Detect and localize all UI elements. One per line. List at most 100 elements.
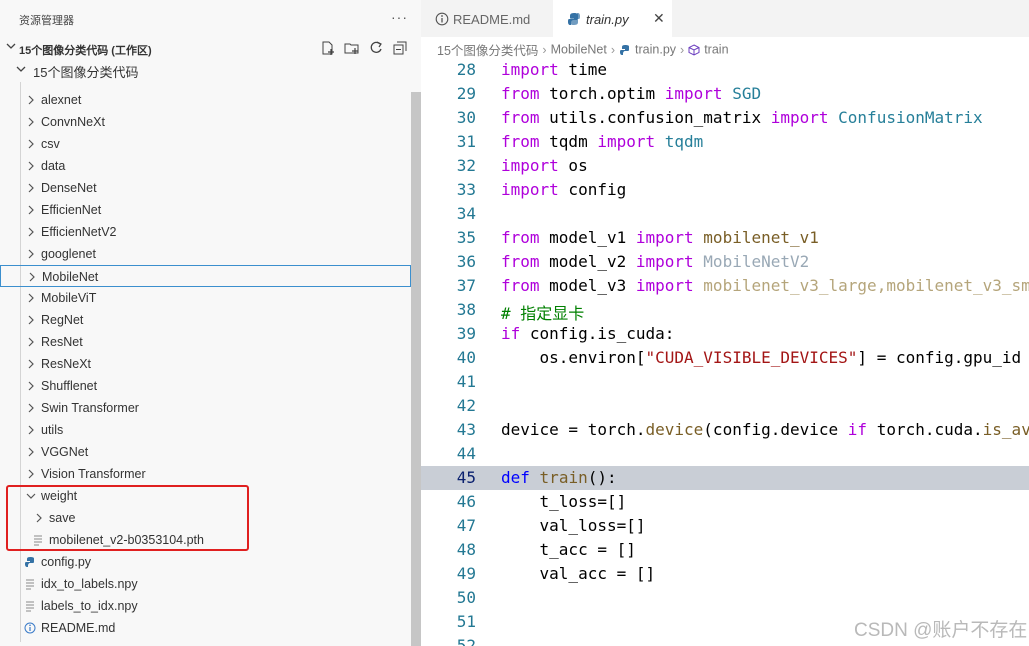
code-line: 31 from tqdm import tqdm bbox=[421, 130, 1029, 154]
tree-item-googlenet[interactable]: googlenet bbox=[0, 243, 411, 265]
tab-readme[interactable]: README.md bbox=[421, 0, 553, 37]
chevron-right-icon bbox=[28, 161, 34, 171]
python-icon bbox=[25, 557, 34, 567]
line-number: 41 bbox=[456, 372, 476, 391]
tree-item-vision-transformer[interactable]: Vision Transformer bbox=[0, 463, 411, 485]
breadcrumb-item[interactable]: train.py bbox=[635, 43, 676, 57]
tree-item-label: Shufflenet bbox=[41, 379, 98, 393]
code-line: 43 device = torch.device(config.device if… bbox=[421, 418, 1029, 442]
tree-item-csv[interactable]: csv bbox=[0, 133, 411, 155]
chevron-right-icon bbox=[28, 183, 34, 193]
tree-item-label: ResNeXt bbox=[41, 357, 92, 371]
root-folder-label: 15个图像分类代码 bbox=[33, 65, 139, 80]
new-folder-icon[interactable] bbox=[344, 40, 360, 56]
tree-item-label: googlenet bbox=[41, 247, 96, 261]
tree-item-label: MobileViT bbox=[41, 291, 97, 305]
tree-item-label: Vision Transformer bbox=[41, 467, 146, 481]
line-number: 31 bbox=[456, 132, 476, 151]
code-text: # 指定显卡 bbox=[501, 304, 585, 323]
chevron-down-icon bbox=[6, 43, 16, 49]
info-icon bbox=[435, 12, 449, 26]
refresh-icon[interactable] bbox=[368, 40, 384, 56]
chevron-down-icon bbox=[16, 66, 26, 72]
code-line: 28 import time bbox=[421, 58, 1029, 82]
line-number: 43 bbox=[456, 420, 476, 439]
file-icon bbox=[26, 601, 34, 612]
code-text: import config bbox=[501, 180, 627, 199]
tree-item-mobilevit[interactable]: MobileViT bbox=[0, 287, 411, 309]
tab-train-py[interactable]: train.py ✕ bbox=[553, 0, 672, 37]
chevron-right-icon bbox=[28, 139, 34, 149]
tree-item-label: alexnet bbox=[41, 93, 82, 107]
tree-item-regnet[interactable]: RegNet bbox=[0, 309, 411, 331]
tree-item-vggnet[interactable]: VGGNet bbox=[0, 441, 411, 463]
breadcrumb: 15个图像分类代码 › MobileNet › train.py › train bbox=[437, 40, 729, 59]
code-text: t_loss=[] bbox=[501, 492, 627, 511]
line-number: 36 bbox=[456, 252, 476, 271]
tree-item-alexnet[interactable]: alexnet bbox=[0, 89, 411, 111]
breadcrumb-item[interactable]: train bbox=[704, 43, 728, 57]
tree-item-mobilenet[interactable]: MobileNet bbox=[0, 265, 411, 287]
chevron-right-icon bbox=[28, 227, 34, 237]
chevron-right-icon: › bbox=[610, 42, 616, 57]
tree-item-efficiennet[interactable]: EfficienNet bbox=[0, 199, 411, 221]
code-line-current: 45 def train(): bbox=[421, 466, 1029, 490]
python-icon bbox=[620, 44, 630, 55]
more-actions-icon[interactable]: ··· bbox=[391, 9, 408, 25]
code-text: if config.is_cuda: bbox=[501, 324, 675, 343]
code-text: from model_v3 import mobilenet_v3_large,… bbox=[501, 276, 1029, 295]
line-number: 39 bbox=[456, 324, 476, 343]
tree-item-resnext[interactable]: ResNeXt bbox=[0, 353, 411, 375]
code-line: 47 val_loss=[] bbox=[421, 514, 1029, 538]
line-number: 37 bbox=[456, 276, 476, 295]
tree-item-config-py[interactable]: config.py bbox=[0, 551, 411, 573]
chevron-right-icon bbox=[28, 205, 34, 215]
tab-bar: README.md train.py ✕ bbox=[421, 0, 1029, 37]
breadcrumb-item[interactable]: MobileNet bbox=[551, 43, 607, 57]
code-text: val_acc = [] bbox=[501, 564, 656, 583]
chevron-right-icon bbox=[28, 381, 34, 391]
tree-item-shufflenet[interactable]: Shufflenet bbox=[0, 375, 411, 397]
tree-item-readme-md[interactable]: README.md bbox=[0, 617, 411, 639]
close-icon[interactable]: ✕ bbox=[653, 10, 665, 27]
tree-item-idx-to-labels-npy[interactable]: idx_to_labels.npy bbox=[0, 573, 411, 595]
tree-item-label: MobileNet bbox=[42, 270, 99, 284]
sidebar-scrollbar[interactable] bbox=[411, 92, 421, 646]
line-number: 30 bbox=[456, 108, 476, 127]
chevron-right-icon bbox=[28, 293, 34, 303]
line-number: 28 bbox=[456, 60, 476, 79]
code-editor[interactable]: 28 import time 29 from torch.optim import … bbox=[421, 58, 1029, 646]
code-line: 40 os.environ["CUDA_VISIBLE_DEVICES"] = … bbox=[421, 346, 1029, 370]
tree-item-utils[interactable]: utils bbox=[0, 419, 411, 441]
root-folder[interactable]: 15个图像分类代码 bbox=[0, 60, 421, 80]
code-text: from model_v2 import MobileNetV2 bbox=[501, 252, 810, 271]
tree-item-label: EfficienNetV2 bbox=[41, 225, 117, 239]
new-file-icon[interactable] bbox=[320, 40, 336, 56]
chevron-right-icon bbox=[28, 315, 34, 325]
tree-item-labels-to-idx-npy[interactable]: labels_to_idx.npy bbox=[0, 595, 411, 617]
line-number: 33 bbox=[456, 180, 476, 199]
chevron-right-icon bbox=[28, 95, 34, 105]
annotation-highlight-box bbox=[6, 485, 249, 551]
chevron-right-icon: › bbox=[542, 42, 547, 57]
tree-item-label: Swin Transformer bbox=[41, 401, 139, 415]
tree-item-resnet[interactable]: ResNet bbox=[0, 331, 411, 353]
code-text: from model_v1 import mobilenet_v1 bbox=[501, 228, 819, 247]
line-number: 38 bbox=[456, 300, 476, 319]
tree-item-convnnext[interactable]: ConvnNeXt bbox=[0, 111, 411, 133]
collapse-all-icon[interactable] bbox=[392, 40, 408, 56]
tree-item-densenet[interactable]: DenseNet bbox=[0, 177, 411, 199]
code-text: from torch.optim import SGD bbox=[501, 84, 762, 103]
code-text: def train(): bbox=[501, 468, 617, 487]
breadcrumb-item[interactable]: 15个图像分类代码 bbox=[437, 44, 538, 58]
tree-item-data[interactable]: data bbox=[0, 155, 411, 177]
tree-item-label: ResNet bbox=[41, 335, 83, 349]
code-text: device = torch.device(config.device if t… bbox=[501, 420, 1029, 439]
line-number: 40 bbox=[456, 348, 476, 367]
chevron-right-icon: › bbox=[680, 42, 685, 57]
code-text: val_loss=[] bbox=[501, 516, 646, 535]
tree-item-swin-transformer[interactable]: Swin Transformer bbox=[0, 397, 411, 419]
tree-item-label: idx_to_labels.npy bbox=[41, 577, 138, 591]
tree-item-efficiennetv2[interactable]: EfficienNetV2 bbox=[0, 221, 411, 243]
code-line: 50 bbox=[421, 586, 1029, 610]
